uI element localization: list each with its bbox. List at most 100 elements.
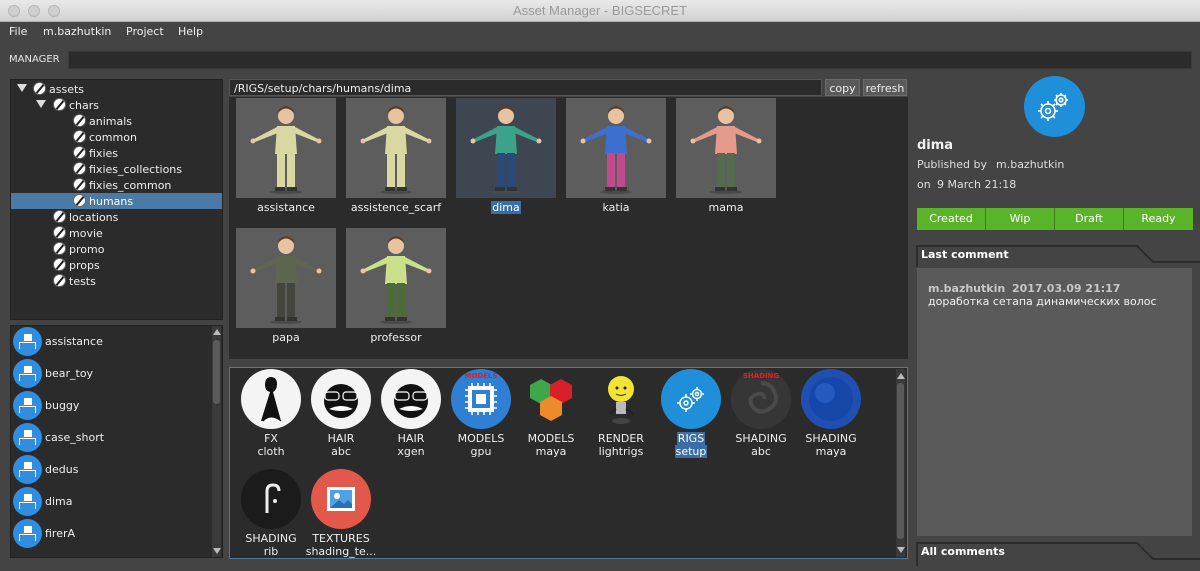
asset-list-item[interactable]: bear_toy <box>13 359 208 389</box>
department-shading-maya[interactable]: SHADING maya <box>796 369 866 464</box>
menu-project[interactable]: Project <box>126 25 164 38</box>
department-label: MODELS <box>441 432 521 445</box>
date-label: on <box>917 178 931 191</box>
department-subtype: gpu <box>470 445 492 458</box>
department-type: RENDER <box>598 432 644 445</box>
folder-icon <box>73 162 86 175</box>
scrollbar-thumb[interactable] <box>897 383 904 539</box>
copy-button[interactable]: copy <box>825 79 860 96</box>
asset-card-name: assistence_scarf <box>350 201 442 214</box>
department-textures-shading-te[interactable]: TEXTURES shading_te... <box>306 469 376 564</box>
department-fx-cloth[interactable]: FX cloth <box>236 369 306 464</box>
department-hair-abc[interactable]: HAIR abc <box>306 369 376 464</box>
department-label: TEXTURES <box>301 532 381 545</box>
department-rigs-setup[interactable]: RIGS setup <box>656 369 726 464</box>
department-type: SHADING <box>805 432 857 445</box>
hierarchy-icon <box>13 423 42 452</box>
asset-card-name: papa <box>272 331 300 344</box>
department-type: FX <box>264 432 278 445</box>
department-models-maya[interactable]: MODELS maya <box>516 369 586 464</box>
status-ready-button[interactable]: Ready <box>1124 208 1193 230</box>
tree-item-fixies-collections[interactable]: fixies_collections <box>11 161 222 177</box>
tree-item-label: common <box>89 131 137 144</box>
asset-card-papa[interactable]: papa <box>236 228 338 350</box>
asset-thumbnail <box>236 98 336 198</box>
department-label: xgen <box>371 445 451 458</box>
asset-card-name: professor <box>370 331 422 344</box>
department-hair-xgen[interactable]: HAIR xgen <box>376 369 446 464</box>
folder-icon <box>73 178 86 191</box>
tree-item-assets[interactable]: assets <box>11 81 222 97</box>
asset-list-item[interactable]: case_short <box>13 423 208 453</box>
department-label: abc <box>721 445 801 458</box>
menu-file[interactable]: File <box>9 25 27 38</box>
folder-icon <box>73 114 86 127</box>
scroll-down-arrow-icon[interactable] <box>213 548 221 554</box>
tree-item-props[interactable]: props <box>11 257 222 273</box>
path-field[interactable]: /RIGS/setup/chars/humans/dima <box>229 79 822 96</box>
refresh-button[interactable]: refresh <box>863 79 907 96</box>
tree-item-animals[interactable]: animals <box>11 113 222 129</box>
folder-icon <box>53 98 66 111</box>
expand-arrow-icon[interactable] <box>17 84 27 92</box>
tree-item-common[interactable]: common <box>11 129 222 145</box>
tree-item-humans[interactable]: humans <box>11 193 222 209</box>
tree-item-promo[interactable]: promo <box>11 241 222 257</box>
status-created-button[interactable]: Created <box>917 208 986 230</box>
asset-card-assistance[interactable]: assistance <box>236 98 338 220</box>
department-subtype: lightrigs <box>598 445 644 458</box>
asset-thumbnail <box>346 98 446 198</box>
status-wip-button[interactable]: Wip <box>986 208 1055 230</box>
shading-abc-icon: SHADING <box>731 369 791 429</box>
asset-thumbnail <box>566 98 666 198</box>
tree-item-label: fixies_common <box>89 179 172 192</box>
asset-card-assistence-scarf[interactable]: assistence_scarf <box>346 98 448 220</box>
expand-arrow-icon[interactable] <box>36 100 46 108</box>
asset-list-item[interactable]: dima <box>13 487 208 517</box>
status-draft-button[interactable]: Draft <box>1055 208 1124 230</box>
tree-item-label: fixies_collections <box>89 163 183 176</box>
department-scrollbar[interactable] <box>896 369 905 557</box>
department-shading-abc[interactable]: SHADING SHADING abc <box>726 369 796 464</box>
manager-input[interactable] <box>68 51 1192 69</box>
asset-card-professor[interactable]: professor <box>346 228 448 350</box>
department-label: maya <box>511 445 591 458</box>
tree-item-label: chars <box>69 99 100 112</box>
asset-list-item[interactable]: dedus <box>13 455 208 485</box>
scroll-up-arrow-icon[interactable] <box>897 373 905 379</box>
scroll-down-arrow-icon[interactable] <box>897 547 905 553</box>
department-label: MODELS <box>511 432 591 445</box>
tree-item-fixies-common[interactable]: fixies_common <box>11 177 222 193</box>
menu-help[interactable]: Help <box>178 25 203 38</box>
tree-item-chars[interactable]: chars <box>11 97 222 113</box>
asset-card-name: dima <box>491 201 521 214</box>
tree-item-locations[interactable]: locations <box>11 209 222 225</box>
scroll-up-arrow-icon[interactable] <box>213 329 221 335</box>
asset-list-item[interactable]: assistance <box>13 327 208 357</box>
hierarchy-icon <box>13 327 42 356</box>
department-label: lightrigs <box>581 445 661 458</box>
asset-list-item[interactable]: firerA <box>13 519 208 549</box>
tree-item-label: promo <box>69 243 105 256</box>
asset-name: dima <box>917 138 954 153</box>
tree-item-fixies[interactable]: fixies <box>11 145 222 161</box>
comments-area <box>917 268 1192 536</box>
asset-list-scrollbar[interactable] <box>212 326 221 557</box>
department-render-lightrigs[interactable]: RENDER lightrigs <box>586 369 656 464</box>
tree-item-label: locations <box>69 211 119 224</box>
asset-card-mama[interactable]: mama <box>676 98 778 220</box>
asset-card-label: katia <box>566 201 666 214</box>
asset-card-katia[interactable]: katia <box>566 98 668 220</box>
menu-user[interactable]: m.bazhutkin <box>43 25 111 38</box>
department-models-gpu[interactable]: MODELS MODELS gpu <box>446 369 516 464</box>
asset-list-label: buggy <box>45 399 80 412</box>
tree-item-movie[interactable]: movie <box>11 225 222 241</box>
department-subtype: abc <box>751 445 771 458</box>
shading-maya-icon <box>801 369 861 429</box>
asset-list-item[interactable]: buggy <box>13 391 208 421</box>
department-shading-rib[interactable]: SHADING rib <box>236 469 306 564</box>
scrollbar-thumb[interactable] <box>213 340 220 404</box>
hair-xgen-icon <box>381 369 441 429</box>
tree-item-tests[interactable]: tests <box>11 273 222 289</box>
asset-card-dima[interactable]: dima <box>456 98 558 220</box>
